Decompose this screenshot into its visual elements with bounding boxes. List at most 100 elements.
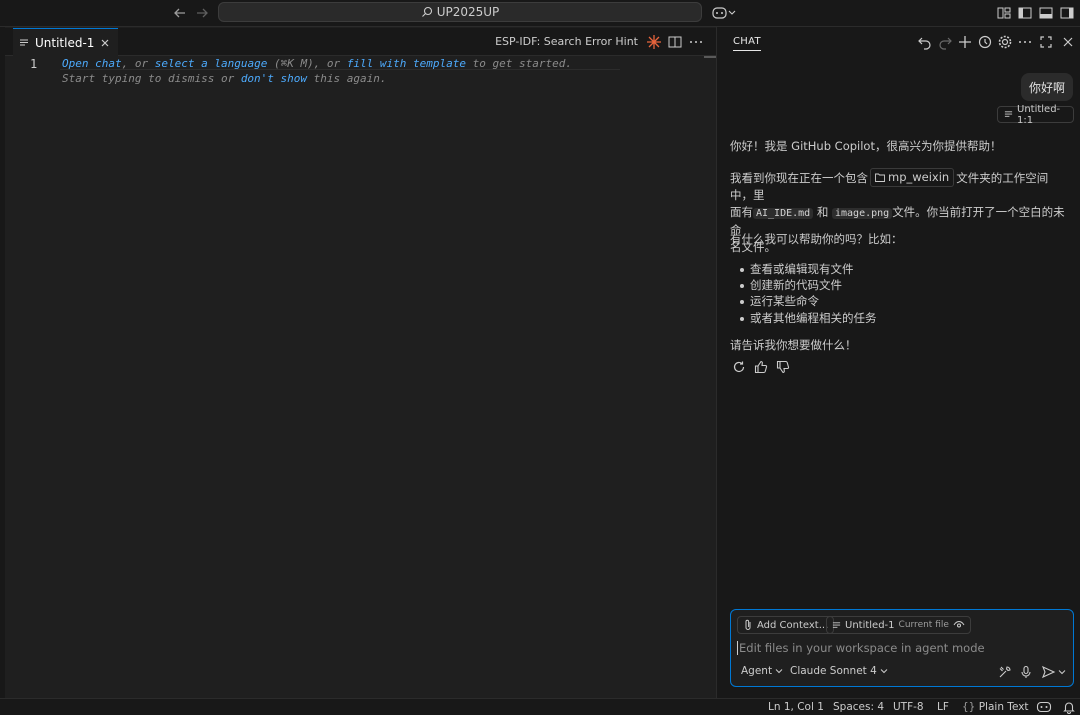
hint-shortcut: (⌘K M), or — [267, 57, 347, 70]
title-bar: UP2025UP — [0, 0, 1080, 27]
mode-label: Agent — [741, 665, 773, 677]
toggle-secondary-sidebar-icon[interactable] — [1059, 5, 1075, 21]
add-context-label: Add Context... — [757, 619, 829, 631]
back-arrow-icon[interactable] — [171, 4, 189, 22]
folder-reference[interactable]: mp_weixin — [870, 168, 955, 187]
hint-suffix: to get started. — [466, 57, 572, 70]
reply-greeting: 你好！我是 GitHub Copilot，很高兴为你提供帮助！ — [730, 139, 1002, 153]
file-reference-ai-ide[interactable]: AI_IDE.md — [753, 208, 814, 219]
fill-template-link[interactable]: fill with template — [347, 57, 466, 70]
send-icon[interactable] — [1041, 665, 1069, 679]
copilot-icon[interactable] — [712, 5, 738, 21]
current-file-chip[interactable]: Untitled-1 Current file — [826, 616, 971, 634]
bullet-dot — [740, 268, 744, 272]
reply-closing: 请告诉我你想要做什么！ — [730, 338, 857, 352]
paperclip-icon — [743, 619, 753, 631]
empty-editor-hint-line1: Open chat, or select a language (⌘K M), … — [62, 57, 572, 70]
folder-icon — [875, 173, 885, 182]
command-center-label: UP2025UP — [436, 5, 500, 19]
settings-gear-icon[interactable] — [997, 34, 1013, 50]
user-message: 你好啊 — [1021, 73, 1073, 101]
reference-label: Untitled-1:1 — [1017, 103, 1061, 126]
hint-suffix-2: this again. — [307, 72, 387, 85]
editor-area[interactable] — [0, 27, 716, 698]
hint-separator: , or — [121, 57, 155, 70]
esp-idf-error-hint-button[interactable]: ESP-IDF: Search Error Hint — [495, 35, 638, 48]
mode-picker[interactable]: Agent — [741, 665, 783, 677]
history-icon[interactable] — [977, 34, 993, 50]
tab-label: Untitled-1 — [35, 35, 95, 50]
user-message-reference[interactable]: Untitled-1:1 — [997, 103, 1074, 126]
text-file-icon — [832, 621, 841, 630]
notification-bell-icon[interactable] — [1062, 700, 1076, 714]
undo-icon[interactable] — [917, 34, 933, 50]
scrollbar-marker — [704, 56, 716, 58]
list-item: 创建新的代码文件 — [750, 278, 842, 292]
bullet-dot — [740, 317, 744, 321]
chat-panel-title[interactable]: CHAT — [733, 36, 761, 51]
redo-icon[interactable] — [937, 34, 953, 50]
activity-edge — [0, 27, 5, 698]
model-picker[interactable]: Claude Sonnet 4 — [790, 665, 888, 677]
chat-more-icon[interactable] — [1017, 34, 1033, 50]
select-language-link[interactable]: select a language — [155, 57, 268, 70]
braces-icon: {} — [962, 701, 976, 713]
chat-input-field[interactable]: Edit files in your workspace in agent mo… — [737, 641, 985, 655]
current-file-tag: Current file — [898, 620, 949, 630]
hint-start-typing: Start typing to dismiss or — [62, 72, 241, 85]
indentation[interactable]: Spaces: 4 — [833, 701, 884, 713]
search-icon — [421, 6, 433, 18]
add-context-button[interactable]: Add Context... — [737, 616, 835, 634]
customize-layout-icon[interactable] — [996, 5, 1012, 21]
cursor-position[interactable]: Ln 1, Col 1 — [768, 701, 824, 713]
maximize-icon[interactable] — [1038, 34, 1054, 50]
model-label: Claude Sonnet 4 — [790, 665, 877, 677]
tools-icon[interactable] — [998, 665, 1012, 679]
split-editor-icon[interactable] — [667, 34, 683, 50]
list-item: 查看或编辑现有文件 — [750, 262, 854, 276]
dont-show-link[interactable]: don't show — [241, 72, 307, 85]
reply-text: 面有 — [730, 205, 753, 219]
editor-tab-bar: Untitled-1 ESP-IDF: Search Error Hint — [5, 28, 716, 56]
toggle-primary-sidebar-icon[interactable] — [1017, 5, 1033, 21]
language-mode[interactable]: {} Plain Text — [962, 701, 1029, 713]
empty-editor-hint-line2: Start typing to dismiss or don't show th… — [62, 72, 387, 85]
current-file-name: Untitled-1 — [845, 619, 895, 631]
bullet-dot — [740, 284, 744, 288]
esp-idf-spark-icon[interactable] — [646, 34, 662, 50]
open-chat-link[interactable]: Open chat — [62, 57, 122, 70]
line-number: 1 — [30, 57, 38, 71]
chevron-down-icon — [880, 668, 888, 674]
thumbs-up-icon[interactable] — [754, 360, 768, 374]
list-item: 运行某些命令 — [750, 294, 819, 308]
close-tab-icon[interactable] — [100, 38, 110, 48]
copilot-status-icon[interactable] — [1036, 700, 1052, 714]
more-actions-icon[interactable] — [688, 34, 704, 50]
forward-arrow-icon[interactable] — [193, 4, 211, 22]
new-chat-icon[interactable] — [957, 34, 973, 50]
chat-panel — [716, 27, 1080, 698]
folder-name: mp_weixin — [888, 170, 950, 184]
thumbs-down-icon[interactable] — [776, 360, 790, 374]
command-center-search[interactable]: UP2025UP — [218, 2, 702, 22]
microphone-icon[interactable] — [1019, 665, 1033, 679]
encoding[interactable]: UTF-8 — [893, 701, 924, 713]
text-file-icon — [19, 38, 29, 48]
list-item: 或者其他编程相关的任务 — [750, 311, 877, 325]
retry-icon[interactable] — [732, 360, 746, 374]
tab-untitled-1[interactable]: Untitled-1 — [13, 28, 119, 56]
file-reference-image[interactable]: image.png — [832, 208, 893, 219]
chevron-down-icon — [775, 668, 783, 674]
reply-text: 和 — [816, 205, 829, 219]
eye-icon[interactable] — [953, 620, 965, 630]
line-ending[interactable]: LF — [937, 701, 949, 713]
toggle-panel-icon[interactable] — [1038, 5, 1054, 21]
bullet-dot — [740, 300, 744, 304]
chat-input-box[interactable]: Add Context... Untitled-1 Current file E… — [730, 609, 1074, 687]
status-bar: Ln 1, Col 1 Spaces: 4 UTF-8 LF {} Plain … — [0, 698, 1080, 715]
reply-question: 有什么我可以帮助你的吗？比如： — [730, 232, 903, 246]
close-chat-icon[interactable] — [1060, 34, 1076, 50]
language-label: Plain Text — [978, 701, 1029, 713]
reply-text: 我看到你现在正在一个包含 — [730, 171, 868, 185]
text-file-icon — [1004, 110, 1013, 119]
